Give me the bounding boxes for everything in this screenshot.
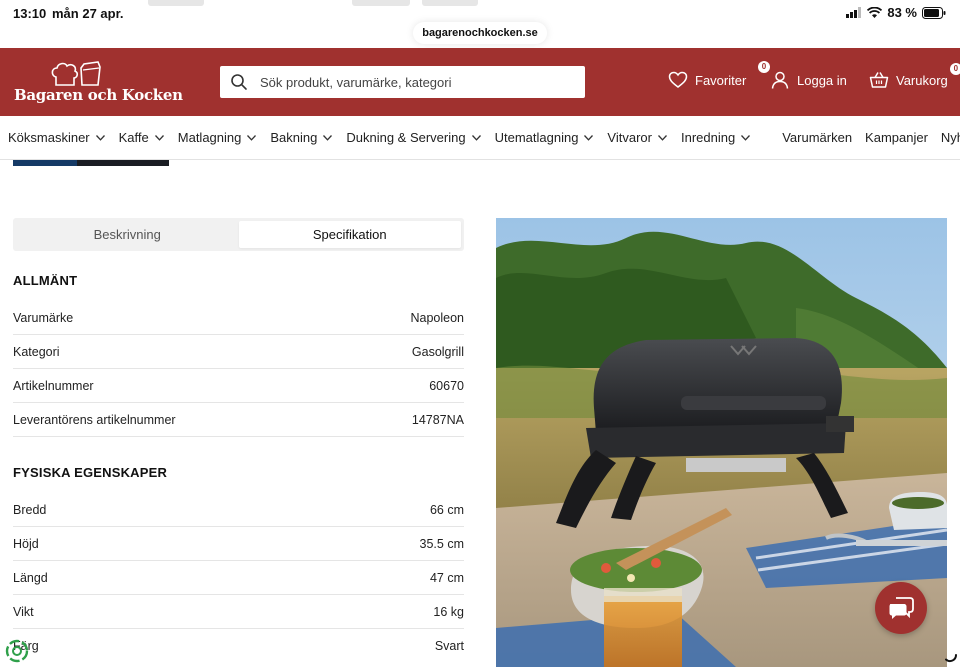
battery-percent: 83 %	[887, 5, 917, 20]
spec-table-physical: Bredd 66 cm Höjd 35.5 cm Längd 47 cm Vikt 16…	[13, 493, 464, 663]
nav-item-label: Inredning	[680, 130, 736, 145]
loading-spinner-icon	[942, 647, 958, 663]
nav-link-label: Nyheter	[940, 130, 960, 145]
site-header: Bagaren och Kocken 0 Favoriter Logga in …	[0, 48, 960, 116]
chevron-down-icon	[741, 134, 751, 141]
chat-button[interactable]	[875, 582, 927, 634]
site-logo[interactable]: Bagaren och Kocken	[14, 60, 183, 108]
tab-beskrivning[interactable]: Beskrivning	[16, 221, 239, 248]
search-bar[interactable]	[220, 66, 585, 98]
nav-item-bakning[interactable]: Bakning	[270, 130, 333, 145]
main-navigation: Köksmaskiner Kaffe Matlagning Bakning Du…	[0, 116, 960, 160]
spec-row: Vikt 16 kg	[13, 595, 464, 629]
product-info-tabs: Beskrivning Specifikation	[13, 218, 464, 251]
product-thumbnail-edge[interactable]	[13, 160, 169, 166]
nav-link-varumarken[interactable]: Varumärken	[782, 130, 852, 145]
nav-item-koksmaskiner[interactable]: Köksmaskiner	[8, 130, 105, 145]
tab-ghost	[352, 0, 410, 6]
nav-item-kaffe[interactable]: Kaffe	[119, 130, 164, 145]
spec-section-title-physical: FYSISKA EGENSKAPER	[13, 465, 168, 480]
spec-row: Kategori Gasolgrill	[13, 335, 464, 369]
spec-row: Färg Svart	[13, 629, 464, 663]
spec-value: 35.5 cm	[419, 536, 464, 551]
status-date: mån 27 apr.	[52, 6, 124, 21]
favorites-label: Favoriter	[695, 72, 747, 88]
chevron-down-icon	[247, 134, 257, 141]
spec-row: Längd 47 cm	[13, 561, 464, 595]
favorites-button[interactable]: 0 Favoriter	[668, 61, 770, 90]
spec-label: Bredd	[13, 502, 47, 517]
nav-item-vitvaror[interactable]: Vitvaror	[607, 130, 667, 145]
cart-count-badge: 0	[949, 63, 960, 75]
spec-label: Artikelnummer	[13, 378, 94, 393]
spec-value: 60670	[429, 378, 464, 393]
chat-icon	[889, 597, 914, 619]
spec-label: Kategori	[13, 344, 60, 359]
spec-value: 66 cm	[429, 502, 464, 517]
spec-value: Svart	[434, 639, 464, 653]
nav-item-matlagning[interactable]: Matlagning	[178, 130, 257, 145]
spec-label: Höjd	[13, 536, 39, 551]
login-label: Logga in	[797, 72, 847, 88]
spec-row: Höjd 35.5 cm	[13, 527, 464, 561]
spec-label: Varumärke	[13, 310, 74, 325]
chevron-down-icon	[323, 134, 333, 141]
status-indicators: 83 %	[846, 5, 946, 20]
nav-item-label: Köksmaskiner	[8, 130, 90, 145]
user-icon	[770, 70, 790, 90]
battery-icon	[922, 6, 946, 19]
tab-specifikation[interactable]: Specifikation	[238, 221, 461, 248]
nav-link-label: Varumärken	[782, 130, 853, 145]
spec-value: 16 kg	[433, 604, 464, 619]
nav-link-label: Kampanjer	[865, 130, 928, 145]
wifi-icon	[867, 7, 883, 18]
spec-table-general: Varumärke Napoleon Kategori Gasolgrill Art…	[13, 301, 464, 437]
spec-value: Gasolgrill	[411, 344, 464, 359]
spec-row: Bredd 66 cm	[13, 493, 464, 527]
cart-button[interactable]: Varukorg 0	[869, 63, 960, 90]
basket-icon	[869, 70, 889, 90]
nav-item-label: Matlagning	[177, 130, 242, 145]
logo-text: Bagaren och Kocken	[14, 86, 183, 104]
nav-item-dukning-servering[interactable]: Dukning & Servering	[346, 130, 481, 145]
search-input[interactable]	[260, 74, 560, 90]
cart-label: Varukorg	[896, 72, 948, 88]
spec-row: Leverantörens artikelnummer 14787NA	[13, 403, 464, 437]
chevron-down-icon	[95, 134, 105, 141]
nav-link-kampanjer[interactable]: Kampanjer	[865, 130, 928, 145]
nav-item-label: Kaffe	[118, 130, 149, 145]
spec-value: Napoleon	[410, 310, 464, 325]
nav-item-label: Dukning & Servering	[346, 130, 466, 145]
spec-section-title-general: ALLMÄNT	[13, 273, 78, 288]
spec-value: 47 cm	[429, 570, 464, 585]
tab-ghost	[422, 0, 478, 6]
chevron-down-icon	[658, 134, 667, 141]
status-time: 13:10	[13, 6, 47, 21]
heart-icon: 0	[668, 61, 770, 90]
url-bar[interactable]: bagarenochkocken.se	[413, 22, 547, 44]
nav-item-inredning[interactable]: Inredning	[680, 130, 751, 145]
favorites-count-badge: 0	[758, 61, 770, 73]
nav-link-nyheter[interactable]: Nyheter	[941, 130, 960, 145]
spec-value: 14787NA	[411, 412, 464, 427]
search-icon[interactable]	[230, 73, 248, 91]
tab-ghost	[148, 0, 204, 6]
signal-icon	[846, 7, 862, 18]
spec-row: Artikelnummer 60670	[13, 369, 464, 403]
spec-label: Längd	[13, 570, 48, 585]
spec-row: Varumärke Napoleon	[13, 301, 464, 335]
nav-item-utematlagning[interactable]: Utematlagning	[495, 130, 594, 145]
spec-label: Vikt	[13, 604, 34, 619]
nav-item-label: Vitvaror	[607, 130, 652, 145]
recycle-icon[interactable]	[5, 639, 29, 663]
chevron-down-icon	[154, 134, 164, 141]
spec-label: Leverantörens artikelnummer	[13, 412, 176, 427]
chef-hat-logo-icon	[51, 61, 101, 86]
chevron-down-icon	[584, 134, 594, 141]
ios-status-bar: 13:10 mån 27 apr. 83 % bagarenochkocken.…	[0, 0, 960, 48]
nav-item-label: Bakning	[270, 130, 318, 145]
login-button[interactable]: Logga in	[770, 70, 847, 90]
chevron-down-icon	[471, 134, 481, 141]
nav-item-label: Utematlagning	[494, 130, 579, 145]
